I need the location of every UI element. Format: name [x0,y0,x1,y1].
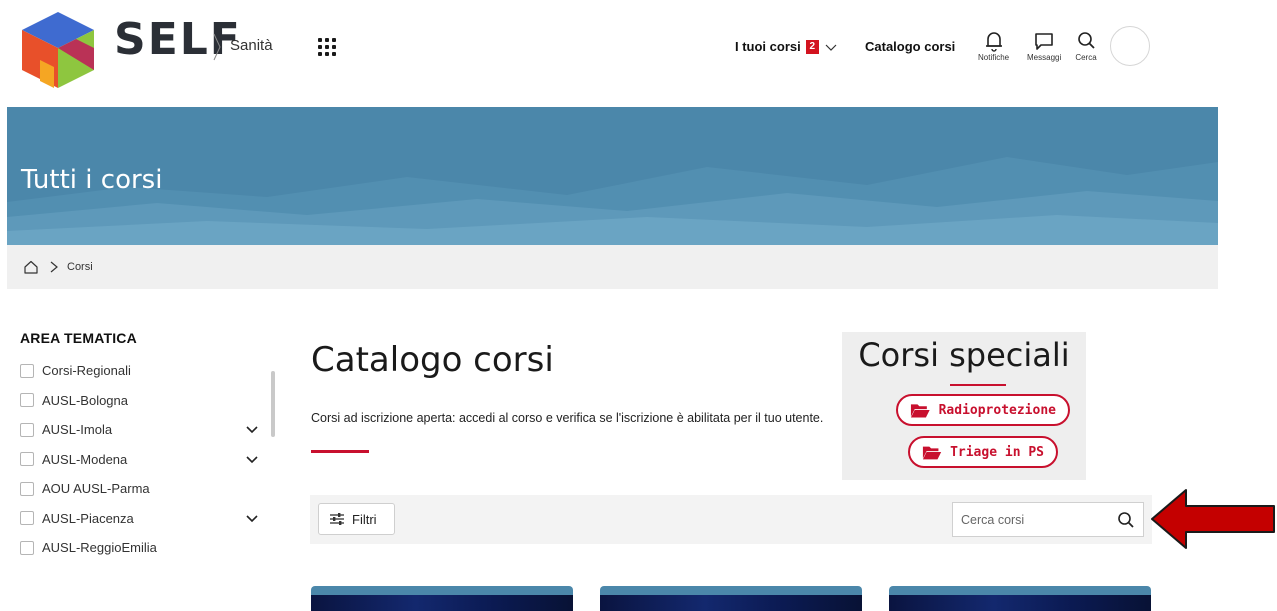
sidebar-list: Corsi-Regionali AUSL-Bologna AUSL-Imola … [20,356,275,563]
search-icon [1078,32,1095,49]
card-header-band [600,586,862,595]
sidebar-title: AREA TEMATICA [20,330,137,346]
catalog-description: Corsi ad iscrizione aperta: accedi al co… [311,411,824,425]
checkbox[interactable] [20,511,34,526]
search-icon[interactable] [1117,511,1135,529]
sidebar-item-label[interactable]: AOU AUSL-Parma [42,481,150,496]
red-arrow-annotation-icon [1151,489,1275,549]
checkbox[interactable] [20,540,34,555]
sidebar-item-label[interactable]: AUSL-Bologna [42,393,128,408]
brand-separator-icon [213,33,221,61]
chevron-down-icon[interactable] [246,514,258,524]
filter-bar: Filtri [310,495,1152,544]
title-underline [311,450,369,453]
special-courses-box: Corsi speciali Radioprotezione Triage in… [842,332,1086,480]
catalog-link[interactable]: Catalogo corsi [865,39,955,54]
self-logo-icon[interactable] [18,12,98,88]
checkbox[interactable] [20,393,34,408]
sidebar-item-aou-ausl-parma[interactable]: AOU AUSL-Parma [20,474,275,504]
sidebar-item-corsi-regionali[interactable]: Corsi-Regionali [20,356,275,386]
page-title: Tutti i corsi [21,165,163,195]
filters-button[interactable]: Filtri [318,503,395,535]
card-image [311,595,573,611]
top-header: SELF Sanità I tuoi corsi 2 Catalogo cors… [0,0,1277,106]
folder-open-icon [922,446,942,459]
search-input[interactable] [961,512,1111,527]
chevron-down-icon[interactable] [246,455,258,465]
triage-ps-label: Triage in PS [950,444,1044,460]
header-search-button[interactable]: Cerca [1075,30,1097,62]
catalog-title: Catalogo corsi [311,340,554,380]
radioprotezione-button[interactable]: Radioprotezione [896,394,1070,426]
chevron-down-icon[interactable] [246,425,258,435]
radioprotezione-label: Radioprotezione [938,402,1056,418]
sidebar-item-label[interactable]: AUSL-Modena [42,452,127,467]
course-card[interactable] [600,586,862,611]
sidebar-item-label[interactable]: AUSL-Imola [42,422,112,437]
card-header-band [889,586,1151,595]
courses-count-badge: 2 [805,39,819,54]
user-avatar[interactable] [1110,26,1150,66]
card-image [889,595,1151,611]
checkbox[interactable] [20,363,34,378]
checkbox[interactable] [20,481,34,496]
notifications-button[interactable]: Notifiche [978,30,1009,62]
checkbox[interactable] [20,452,34,467]
folder-open-icon [910,403,930,418]
course-card[interactable] [889,586,1151,611]
course-card[interactable] [311,586,573,611]
sliders-icon [330,513,344,525]
my-courses-menu[interactable]: I tuoi corsi 2 [735,39,837,54]
special-courses-title: Corsi speciali [858,336,1070,374]
my-courses-label: I tuoi corsi [735,39,801,54]
chat-icon [1035,33,1053,50]
sidebar-item-ausl-modena[interactable]: AUSL-Modena [20,445,275,475]
sidebar-item-ausl-imola[interactable]: AUSL-Imola [20,415,275,445]
sidebar-scrollbar[interactable] [271,371,275,437]
chevron-right-icon [50,261,58,273]
course-search [952,502,1144,537]
sidebar-item-label[interactable]: AUSL-ReggioEmilia [42,540,157,555]
special-underline [950,384,1006,386]
sidebar-item-label[interactable]: Corsi-Regionali [42,363,131,378]
sidebar-item-label[interactable]: AUSL-Piacenza [42,511,134,526]
hero-waves-decoration [7,157,1218,245]
filters-label: Filtri [352,511,377,527]
card-image [600,595,862,611]
notifications-label: Notifiche [978,53,1010,62]
chevron-down-icon [825,44,837,51]
apps-grid-icon[interactable] [318,38,336,56]
sidebar-item-ausl-reggioemilia[interactable]: AUSL-ReggioEmilia [20,533,275,563]
sidebar-item-ausl-piacenza[interactable]: AUSL-Piacenza [20,504,275,534]
bell-icon [985,32,1002,52]
brand-name[interactable]: SELF [114,14,242,65]
messages-label: Messaggi [1027,53,1062,62]
triage-ps-button[interactable]: Triage in PS [908,436,1058,468]
messages-button[interactable]: Messaggi [1027,30,1061,62]
checkbox[interactable] [20,422,34,437]
sidebar-item-ausl-bologna[interactable]: AUSL-Bologna [20,386,275,416]
brand-subtitle: Sanità [230,37,273,54]
home-icon[interactable] [23,259,39,275]
breadcrumb: Corsi [7,245,1218,289]
hero-banner: Tutti i corsi [7,107,1218,245]
search-label: Cerca [1075,53,1097,62]
sidebar-filters: AREA TEMATICA Corsi-Regionali AUSL-Bolog… [20,330,275,563]
card-header-band [311,586,573,595]
breadcrumb-item-corsi[interactable]: Corsi [67,261,93,273]
